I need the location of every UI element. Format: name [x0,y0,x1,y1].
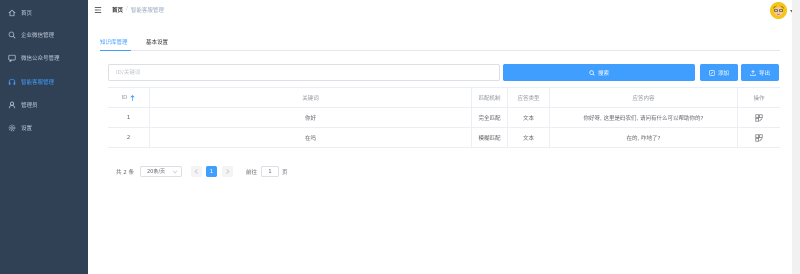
search-input[interactable] [108,64,500,81]
search-icon [8,31,16,39]
sidebar-item-label: 管理员 [21,103,38,109]
search-button[interactable]: 搜索 [503,64,695,81]
gear-icon [8,124,16,132]
home-icon [8,9,16,17]
page-suffix: 页 [282,170,288,176]
search-icon [589,69,595,76]
export-button-label: 导出 [758,70,770,77]
sidebar-item-wecom[interactable]: 企业微信管理 [0,24,88,46]
column-header-keyword: 关键词 [150,88,472,107]
tab-knowledge-base[interactable]: 知识库管理 [100,38,128,46]
sidebar-item-label: 设置 [21,126,33,132]
cell-keyword: 在吗 [150,128,472,147]
cell-id: 2 [108,128,150,147]
cell-actions [738,128,780,147]
edit-icon[interactable] [755,113,763,122]
add-button[interactable]: 添加 [700,64,738,81]
table-row: 2 在吗 模糊匹配 文本 在的, 咋地了? [108,128,780,148]
search-button-label: 搜索 [597,70,609,77]
sidebar: 首页 企业微信管理 微信公众号管理 智能客服管理 管理员 设置 [0,0,88,274]
breadcrumb-home[interactable]: 首页 [112,6,123,14]
edit-icon[interactable] [755,133,763,142]
pagination: 共 2 条 20条/页 1 前往 页 [116,166,316,178]
add-button-label: 添加 [717,70,729,77]
column-header-id[interactable]: ID [108,88,150,107]
table-header-row: ID 关键词 匹配机制 应答类型 应答内容 操作 [108,88,780,108]
goto-label: 前往 [246,170,258,176]
prev-page-button[interactable] [191,166,202,177]
sidebar-item-admin[interactable]: 管理员 [0,94,88,116]
export-button[interactable]: 导出 [741,64,779,81]
headset-icon [8,78,16,86]
sidebar-item-label: 微信公众号管理 [21,56,60,62]
chevron-right-icon [226,169,230,174]
sidebar-item-settings[interactable]: 设置 [0,117,88,139]
table-row: 1 你好 完全匹配 文本 你好呀, 这里是码农们, 请问有什么可以帮助你的? [108,108,780,128]
column-header-content: 应答内容 [550,88,738,107]
column-header-match: 匹配机制 [472,88,508,107]
upload-icon [750,69,756,76]
cell-match: 完全匹配 [472,108,508,127]
chevron-down-icon [173,170,177,174]
scrollbar[interactable] [792,0,800,274]
column-header-type: 应答类型 [508,88,550,107]
sidebar-item-label: 企业微信管理 [21,33,55,39]
top-header: 首页 / 智能客服管理 [88,0,800,22]
active-tab-indicator [100,50,131,51]
chevron-left-icon [194,169,198,174]
cell-actions [738,108,780,127]
user-icon [8,101,16,109]
sidebar-item-home[interactable]: 首页 [0,2,88,24]
cell-keyword: 你好 [150,108,472,127]
cell-content: 你好呀, 这里是码农们, 请问有什么可以帮助你的? [550,108,738,127]
page-size-select[interactable]: 20条/页 [140,166,182,177]
cell-type: 文本 [508,128,550,147]
page-number-active[interactable]: 1 [206,166,217,177]
edit-icon [709,69,715,76]
tab-basic-settings[interactable]: 基本设置 [146,38,168,46]
knowledge-table: ID 关键词 匹配机制 应答类型 应答内容 操作 1 你好 完全匹配 文本 你好… [108,87,780,148]
sidebar-item-wechat-official[interactable]: 微信公众号管理 [0,47,88,69]
breadcrumb-current: 智能客服管理 [130,8,164,14]
sidebar-item-label: 智能客服管理 [21,80,55,86]
column-header-actions: 操作 [753,95,765,102]
next-page-button[interactable] [222,166,233,177]
app: 首页 企业微信管理 微信公众号管理 智能客服管理 管理员 设置 首页 / 智能客… [0,0,800,274]
cell-id: 1 [108,108,150,127]
message-icon [8,54,16,62]
pagination-total: 共 2 条 [116,170,134,176]
sidebar-item-label: 首页 [21,11,33,17]
avatar[interactable] [770,2,787,19]
cell-type: 文本 [508,108,550,127]
breadcrumb-separator: / [126,6,128,12]
hamburger-icon[interactable] [94,6,102,14]
tabs: 知识库管理 基本设置 [100,36,780,51]
sort-icon[interactable] [130,94,136,101]
goto-page-input[interactable] [261,166,279,177]
breadcrumb: 首页 / 智能客服管理 [112,6,164,14]
cell-content: 在的, 咋地了? [550,128,738,147]
sidebar-item-smart-service[interactable]: 智能客服管理 [0,71,88,93]
cell-match: 模糊匹配 [472,128,508,147]
